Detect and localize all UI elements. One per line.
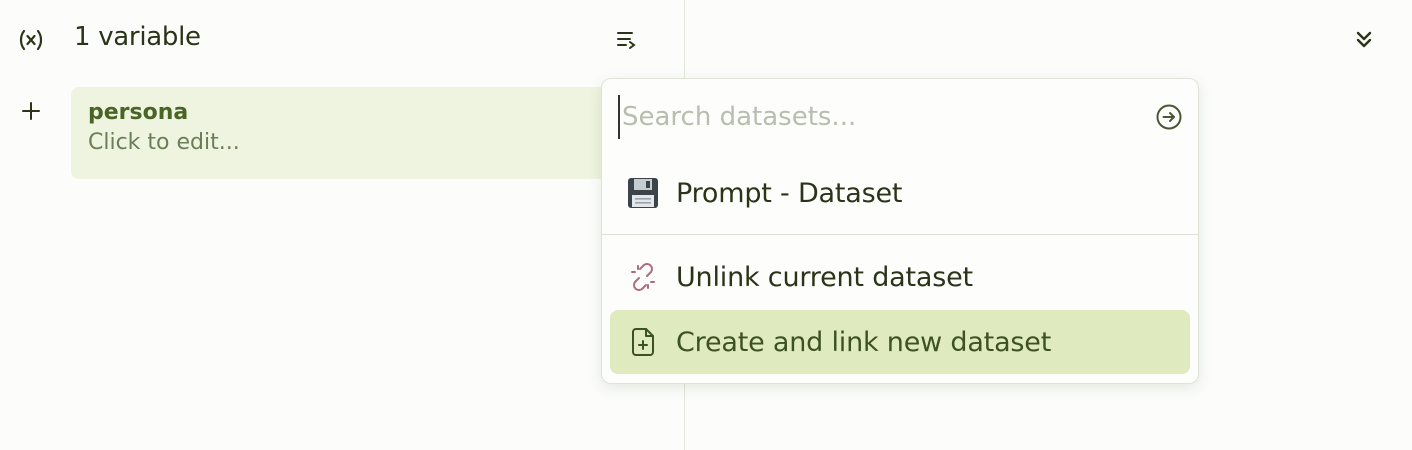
menu-item-create-link-dataset[interactable]: Create and link new dataset: [610, 310, 1190, 374]
plus-icon: [22, 102, 40, 120]
collapse-button[interactable]: [1349, 26, 1379, 52]
menu-item-prompt-dataset[interactable]: Prompt - Dataset: [610, 161, 1190, 225]
menu-item-label: Prompt - Dataset: [676, 177, 903, 209]
menu-item-label: Unlink current dataset: [676, 261, 973, 293]
dataset-search-row: [602, 79, 1198, 155]
variable-icon: [16, 25, 46, 55]
menu-item-label: Create and link new dataset: [676, 326, 1052, 358]
variables-panel: 1 variable persona Click to edit...: [0, 0, 685, 450]
chevrons-down-icon: [1356, 31, 1372, 48]
file-plus-icon: [626, 325, 660, 359]
wrap-lines-button[interactable]: [612, 26, 642, 52]
menu-divider: [602, 234, 1198, 235]
variable-count: 1 variable: [74, 22, 201, 52]
variable-value-placeholder[interactable]: Click to edit...: [88, 130, 614, 155]
wrap-lines-icon: [617, 32, 636, 49]
add-variable-button[interactable]: [16, 96, 46, 126]
menu-item-unlink-dataset[interactable]: Unlink current dataset: [610, 245, 1190, 309]
unlink-icon: [626, 260, 660, 294]
arrow-right-circle-icon[interactable]: [1154, 102, 1184, 132]
variables-header: 1 variable: [0, 0, 685, 78]
variable-name: persona: [88, 100, 189, 125]
variable-card-persona[interactable]: persona Click to edit...: [71, 87, 631, 179]
dataset-dropdown: Prompt - Dataset Unlink current dataset: [601, 78, 1199, 384]
dataset-search-input[interactable]: [618, 95, 1138, 139]
floppy-disk-icon: [626, 176, 660, 210]
